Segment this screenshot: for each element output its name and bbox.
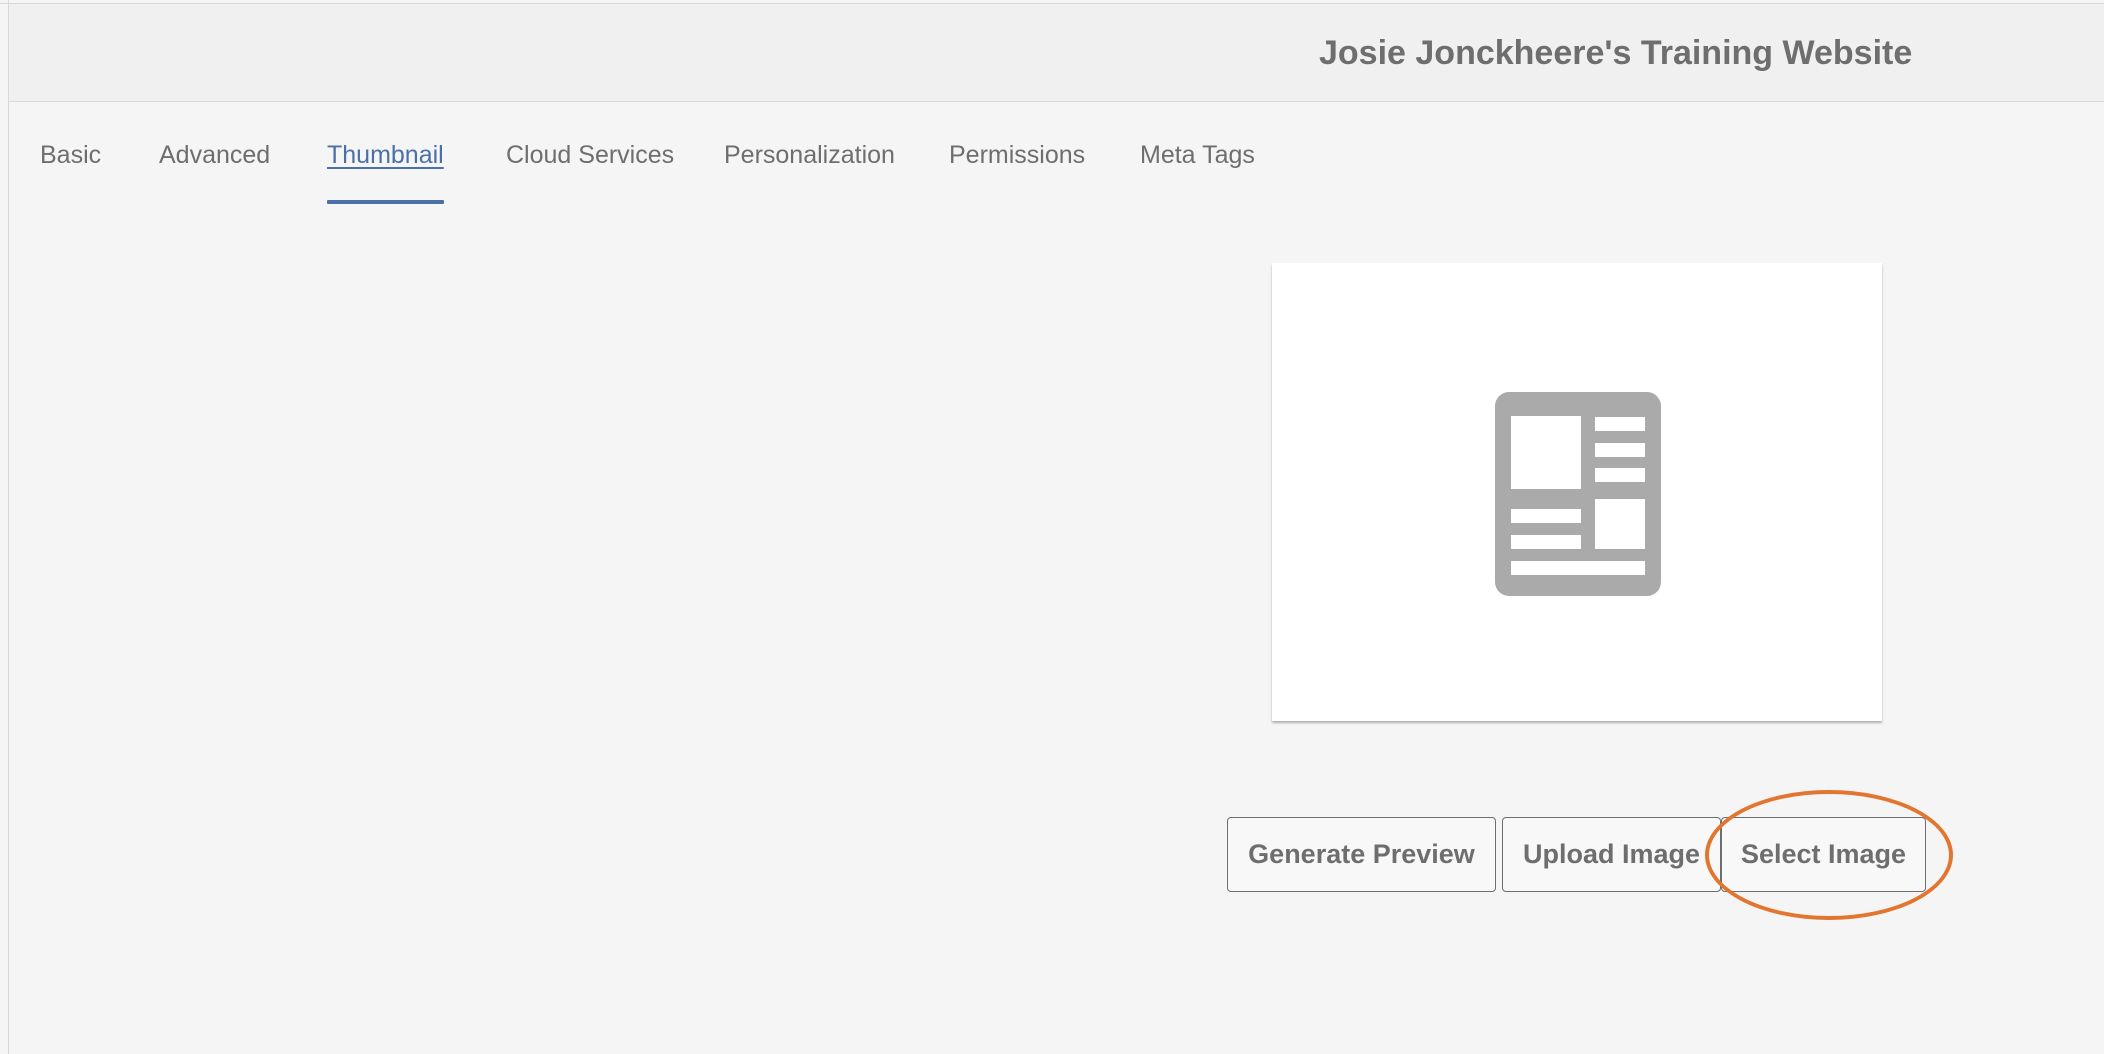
page-header: Josie Jonckheere's Training Website	[9, 4, 2104, 102]
select-image-button[interactable]: Select Image	[1721, 817, 1926, 892]
tab-personalization[interactable]: Personalization	[724, 130, 895, 204]
tab-cloud-services[interactable]: Cloud Services	[506, 130, 674, 204]
thumbnail-preview	[1272, 263, 1882, 721]
page-title: Josie Jonckheere's Training Website	[1319, 34, 1913, 72]
page-placeholder-icon	[1495, 392, 1661, 596]
tab-meta-tags[interactable]: Meta Tags	[1140, 130, 1255, 204]
tab-advanced[interactable]: Advanced	[159, 130, 270, 204]
tab-permissions[interactable]: Permissions	[949, 130, 1085, 204]
left-border	[8, 0, 9, 1054]
tab-basic[interactable]: Basic	[40, 130, 101, 204]
upload-image-button[interactable]: Upload Image	[1502, 817, 1721, 892]
tab-thumbnail[interactable]: Thumbnail	[327, 130, 444, 204]
generate-preview-button[interactable]: Generate Preview	[1227, 817, 1496, 892]
